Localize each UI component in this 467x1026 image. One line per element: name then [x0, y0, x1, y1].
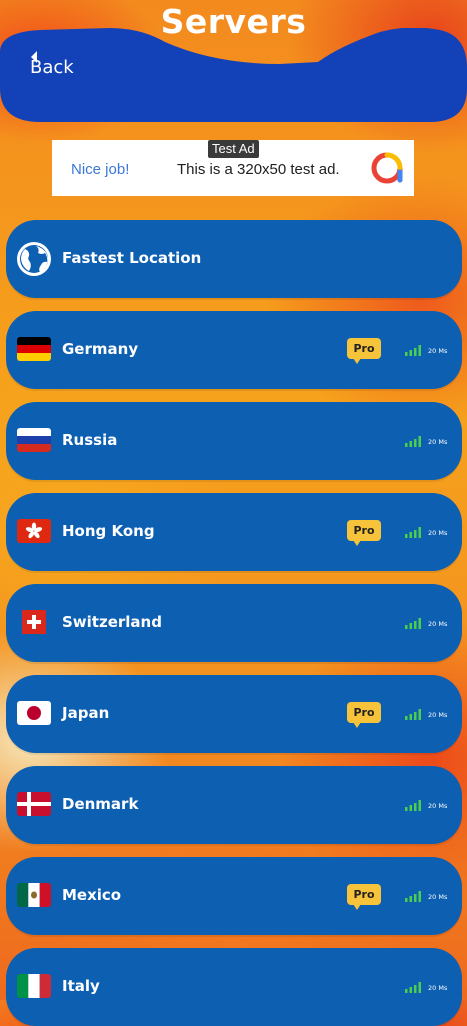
mexico-flag-icon	[17, 883, 51, 907]
globe-icon	[17, 242, 51, 276]
latency-label: 20 Ms	[428, 802, 448, 810]
signal-icon	[405, 345, 421, 356]
server-row-germany[interactable]: Germany Pro 20 Ms	[6, 311, 462, 389]
server-row-japan[interactable]: Japan Pro 20 Ms	[6, 675, 462, 753]
pro-badge: Pro	[347, 702, 381, 728]
japan-flag-icon	[17, 701, 51, 725]
germany-flag-icon	[17, 337, 51, 361]
russia-flag-icon	[17, 428, 51, 452]
server-row-denmark[interactable]: Denmark 20 Ms	[6, 766, 462, 844]
ad-text: This is a 320x50 test ad.	[177, 161, 340, 178]
signal-icon	[405, 436, 421, 447]
switzerland-flag-icon	[22, 610, 46, 634]
server-name: Fastest Location	[62, 249, 202, 267]
signal-icon	[405, 982, 421, 993]
server-name: Russia	[62, 431, 118, 449]
signal-icon	[405, 527, 421, 538]
back-button[interactable]: Back	[30, 50, 74, 84]
latency-label: 20 Ms	[428, 620, 448, 628]
server-name: Switzerland	[62, 613, 162, 631]
denmark-flag-icon	[17, 792, 51, 816]
server-name: Mexico	[62, 886, 122, 904]
server-row-italy[interactable]: Italy 20 Ms	[6, 948, 462, 1026]
server-name: Hong Kong	[62, 522, 155, 540]
signal-icon	[405, 709, 421, 720]
server-row-fastest[interactable]: Fastest Location	[6, 220, 462, 298]
server-name: Germany	[62, 340, 139, 358]
header-bar: Back	[0, 28, 467, 124]
server-name: Japan	[62, 704, 110, 722]
latency-label: 20 Ms	[428, 438, 448, 446]
latency-label: 20 Ms	[428, 529, 448, 537]
server-row-russia[interactable]: Russia 20 Ms	[6, 402, 462, 480]
back-chevron-icon	[31, 51, 37, 63]
pro-badge: Pro	[347, 338, 381, 364]
latency-label: 20 Ms	[428, 347, 448, 355]
latency-label: 20 Ms	[428, 984, 448, 992]
server-name: Denmark	[62, 795, 139, 813]
server-row-hong-kong[interactable]: Hong Kong Pro 20 Ms	[6, 493, 462, 571]
ad-logo-icon	[371, 152, 403, 184]
pro-badge: Pro	[347, 520, 381, 546]
test-ad-label: Test Ad	[208, 140, 259, 158]
latency-label: 20 Ms	[428, 711, 448, 719]
pro-badge: Pro	[347, 884, 381, 910]
signal-icon	[405, 800, 421, 811]
server-name: Italy	[62, 977, 100, 995]
italy-flag-icon	[17, 974, 51, 998]
server-row-mexico[interactable]: Mexico Pro 20 Ms	[6, 857, 462, 935]
signal-icon	[405, 618, 421, 629]
latency-label: 20 Ms	[428, 893, 448, 901]
hong-kong-flag-icon	[17, 519, 51, 543]
ad-title[interactable]: Nice job!	[71, 161, 129, 178]
server-row-switzerland[interactable]: Switzerland 20 Ms	[6, 584, 462, 662]
signal-icon	[405, 891, 421, 902]
